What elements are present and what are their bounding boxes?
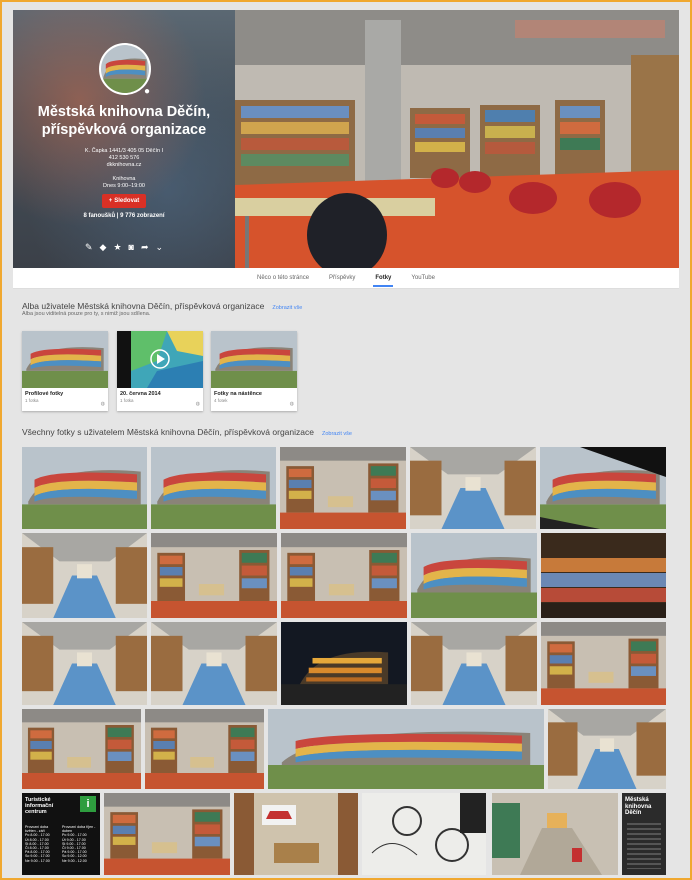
photo-thumbnail[interactable]	[410, 447, 536, 529]
globe-icon: ◍	[195, 401, 200, 407]
photos-view-all-link[interactable]: Zobrazit vše	[322, 431, 352, 437]
poster-photo[interactable]: Městská knihovna Děčín	[622, 793, 666, 875]
photo-thumbnail[interactable]	[151, 622, 277, 705]
album-name: Profilové fotky	[25, 391, 64, 397]
sign-title: Turistické informační centrum	[25, 797, 54, 815]
address: K. Čapka 1441/3 405 05 Děčín I	[84, 148, 164, 154]
album-count: 1 fotka	[25, 398, 39, 403]
tab-about[interactable]: Něco o této stránce	[255, 269, 311, 287]
album-thumbnail	[117, 331, 203, 388]
sign-row: Ne 9.00 - 12.00	[62, 858, 87, 863]
album-name: 20. června 2014	[120, 391, 161, 397]
photo-thumbnail[interactable]	[22, 622, 147, 705]
photo-thumbnail[interactable]	[281, 622, 407, 705]
phone[interactable]: 412 530 576	[43, 155, 205, 162]
albums-title: Alba uživatele Městská knihovna Děčín, p…	[22, 301, 265, 311]
album-card[interactable]: Profilové fotky 1 fotka ◍	[22, 331, 108, 411]
hours-label: Knihovna	[112, 176, 136, 182]
share-icon[interactable]: ➦	[141, 242, 149, 253]
albums-view-all-link[interactable]: Zobrazit vše	[272, 305, 302, 311]
photo-thumbnail[interactable]	[492, 793, 618, 875]
sign-col2: Provozní doba říjen - duben Po 9.00 - 17…	[62, 825, 98, 863]
albums-subtitle: Alba jsou viditelná pouze pro ty, s nimi…	[22, 311, 151, 317]
photos-heading: Všechny fotky s uživatelem Městská kniho…	[22, 427, 352, 437]
follow-label: Sledovat	[114, 198, 140, 204]
photo-thumbnail[interactable]	[541, 622, 666, 705]
sign-row: Ne 9.00 - 17.00	[25, 858, 50, 863]
photo-thumbnail[interactable]	[411, 622, 537, 705]
photo-thumbnail[interactable]	[268, 709, 544, 789]
hours-value: Dnes 9:00–19:00	[103, 183, 145, 189]
follower-stats: 8 fanoušků | 9 776 zobrazení	[83, 213, 165, 219]
cover-info-panel: ● Městská knihovna Děčín, příspěvková or…	[13, 10, 235, 268]
globe-icon: ◍	[100, 401, 105, 407]
tab-photos[interactable]: Fotky	[373, 269, 394, 287]
cover-photo	[235, 10, 679, 268]
albums-heading: Alba uživatele Městská knihovna Děčín, p…	[22, 301, 302, 311]
sign-col1-head: Provozní doba květen - září	[25, 825, 49, 834]
cover-header: ● Městská knihovna Děčín, příspěvková or…	[13, 10, 679, 268]
info-icon: i	[80, 796, 96, 812]
album-count: 4 fotek	[214, 398, 228, 403]
verified-icon: ●	[144, 86, 151, 97]
album-thumbnail	[211, 331, 297, 388]
directions-icon[interactable]: ◆	[100, 242, 107, 253]
photo-thumbnail[interactable]	[104, 793, 230, 875]
pencil-icon[interactable]: ✎	[85, 242, 93, 253]
poster-text-lines	[627, 823, 661, 869]
sign-col2-head: Provozní doba říjen - duben	[62, 825, 96, 834]
album-name: Fotky na nástěnce	[214, 391, 262, 397]
chevron-down-icon[interactable]: ⌄	[156, 242, 164, 253]
contact-info: K. Čapka 1441/3 405 05 Děčín I 412 530 5…	[43, 148, 205, 169]
website-link[interactable]: dkknihovna.cz	[43, 162, 205, 169]
camera-icon[interactable]: ◙	[129, 242, 134, 253]
photo-thumbnail[interactable]	[411, 533, 537, 618]
album-card[interactable]: 20. června 2014 1 fotka ◍	[117, 331, 203, 411]
photo-thumbnail[interactable]	[362, 793, 488, 875]
tab-posts[interactable]: Příspěvky	[327, 269, 357, 287]
photo-thumbnail[interactable]	[22, 709, 141, 789]
photo-thumbnail[interactable]	[22, 447, 147, 529]
photo-thumbnail[interactable]	[234, 793, 358, 875]
album-count: 1 fotka	[120, 398, 134, 403]
photo-thumbnail[interactable]	[151, 447, 276, 529]
star-icon[interactable]: ★	[113, 242, 121, 253]
follow-button[interactable]: + Sledovat	[102, 194, 146, 208]
globe-icon: ◍	[289, 401, 294, 407]
action-icons: ✎ ◆ ★ ◙ ➦ ⌄	[85, 242, 163, 253]
photo-thumbnail[interactable]	[281, 533, 407, 618]
photo-thumbnail[interactable]	[541, 533, 666, 618]
photos-title: Všechny fotky s uživatelem Městská kniho…	[22, 427, 314, 437]
photo-thumbnail[interactable]	[145, 709, 264, 789]
tab-youtube[interactable]: YouTube	[409, 269, 437, 287]
poster-title: Městská knihovna Děčín	[625, 797, 652, 816]
opening-hours: Knihovna Dnes 9:00–19:00	[43, 176, 205, 190]
info-centre-sign-photo[interactable]: Turistické informační centrum i Provozní…	[22, 793, 100, 875]
photo-thumbnail[interactable]	[22, 533, 147, 618]
page-title: Městská knihovna Děčín, příspěvková orga…	[37, 104, 211, 138]
photo-thumbnail[interactable]	[540, 447, 666, 529]
album-thumbnail	[22, 331, 108, 388]
photo-thumbnail[interactable]	[548, 709, 666, 789]
sign-col1: Provozní doba květen - září Po 8.00 - 17…	[25, 825, 59, 863]
photo-thumbnail[interactable]	[151, 533, 277, 618]
add-person-icon: +	[108, 198, 113, 204]
album-card[interactable]: Fotky na nástěnce 4 fotek ◍	[211, 331, 297, 411]
photo-thumbnail[interactable]	[280, 447, 406, 529]
page-tabs: Něco o této stránce Příspěvky Fotky YouT…	[13, 268, 679, 289]
